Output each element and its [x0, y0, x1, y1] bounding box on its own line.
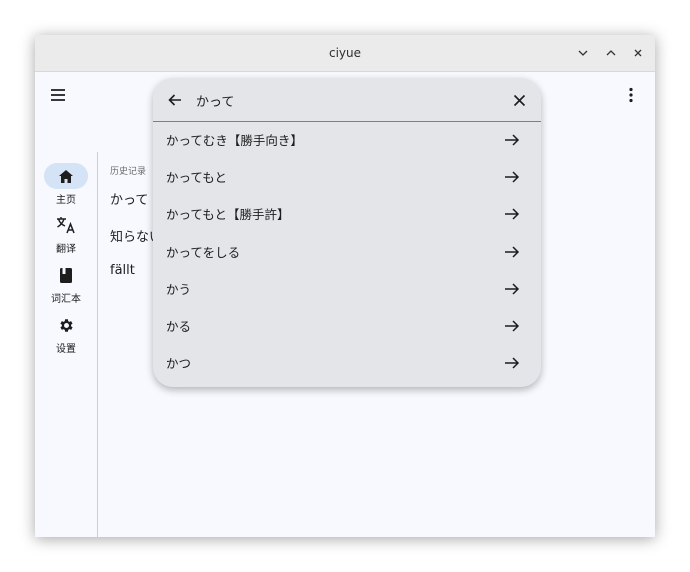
search-input[interactable] — [196, 86, 486, 114]
suggestion-item[interactable]: かる — [153, 308, 541, 345]
back-button[interactable] — [163, 88, 187, 112]
nav-settings-label: 设置 — [56, 344, 76, 355]
title-bar[interactable]: ciyue — [35, 35, 655, 72]
window-title: ciyue — [328, 46, 362, 60]
search-popup: かってむき【勝手向き】 かってもと かってもと【勝手許】 かってをしる かう — [153, 78, 541, 387]
chevron-up-icon — [606, 50, 616, 56]
arrow-forward-icon — [505, 357, 520, 369]
maximize-button[interactable] — [601, 43, 621, 63]
navigation-rail: 主页 翻译 词汇本 设置 — [35, 152, 97, 537]
nav-settings[interactable]: 设置 — [35, 312, 97, 358]
nav-home-label: 主页 — [56, 195, 76, 206]
rail-divider — [97, 152, 98, 537]
suggestion-item[interactable]: かってむき【勝手向き】 — [153, 122, 541, 159]
clear-search-button[interactable] — [507, 88, 531, 112]
close-icon — [513, 94, 525, 106]
translate-icon — [44, 212, 88, 238]
nav-translate-label: 翻译 — [56, 244, 76, 255]
history-item[interactable]: fällt — [110, 263, 135, 278]
arrow-forward-icon — [505, 246, 520, 258]
nav-home[interactable]: 主页 — [35, 163, 97, 209]
home-icon — [44, 163, 88, 189]
minimize-button[interactable] — [573, 43, 593, 63]
close-icon — [634, 49, 642, 57]
app-window: ciyue 主页 翻译 词汇本 设置 历史记录 かって 知らない fällt か… — [35, 35, 655, 537]
chevron-down-icon — [578, 50, 588, 56]
suggestion-text: かる — [166, 318, 192, 334]
suggestion-item[interactable]: かう — [153, 271, 541, 308]
arrow-forward-icon — [505, 134, 520, 146]
suggestion-text: かつ — [166, 356, 192, 372]
history-heading: 历史记录 — [110, 167, 147, 177]
gear-icon — [44, 312, 88, 338]
arrow-back-icon — [168, 94, 181, 106]
more-options-button[interactable] — [619, 83, 643, 107]
hamburger-menu-icon — [51, 89, 65, 101]
suggestion-text: かってもと【勝手許】 — [166, 207, 290, 223]
arrow-forward-icon — [505, 171, 520, 183]
suggestion-text: かってむき【勝手向き】 — [166, 133, 303, 148]
arrow-forward-icon — [505, 283, 520, 295]
book-icon — [44, 262, 88, 288]
nav-wordbook-label: 词汇本 — [51, 294, 81, 305]
suggestion-item[interactable]: かつ — [153, 345, 541, 382]
history-item[interactable]: かって — [110, 189, 148, 208]
suggestion-item[interactable]: かってもと — [153, 159, 541, 196]
main-content: 主页 翻译 词汇本 设置 历史记录 かって 知らない fällt かって かって… — [35, 72, 655, 537]
suggestion-text: かってをしる — [166, 244, 241, 260]
menu-button[interactable] — [46, 83, 70, 107]
suggestion-text: かう — [166, 281, 192, 297]
suggestion-item[interactable]: かってもと【勝手許】 — [153, 196, 541, 233]
arrow-forward-icon — [505, 208, 520, 220]
nav-translate[interactable]: 翻译 — [35, 212, 97, 258]
arrow-forward-icon — [505, 320, 520, 332]
suggestion-text: かってもと — [166, 170, 228, 186]
more-vert-icon — [629, 87, 633, 103]
close-window-button[interactable] — [628, 43, 648, 63]
suggestion-item[interactable]: かってをしる — [153, 234, 541, 271]
search-bar — [153, 78, 541, 122]
suggestion-list: かってむき【勝手向き】 かってもと かってもと【勝手許】 かってをしる かう か… — [153, 122, 541, 382]
nav-wordbook[interactable]: 词汇本 — [35, 262, 97, 308]
